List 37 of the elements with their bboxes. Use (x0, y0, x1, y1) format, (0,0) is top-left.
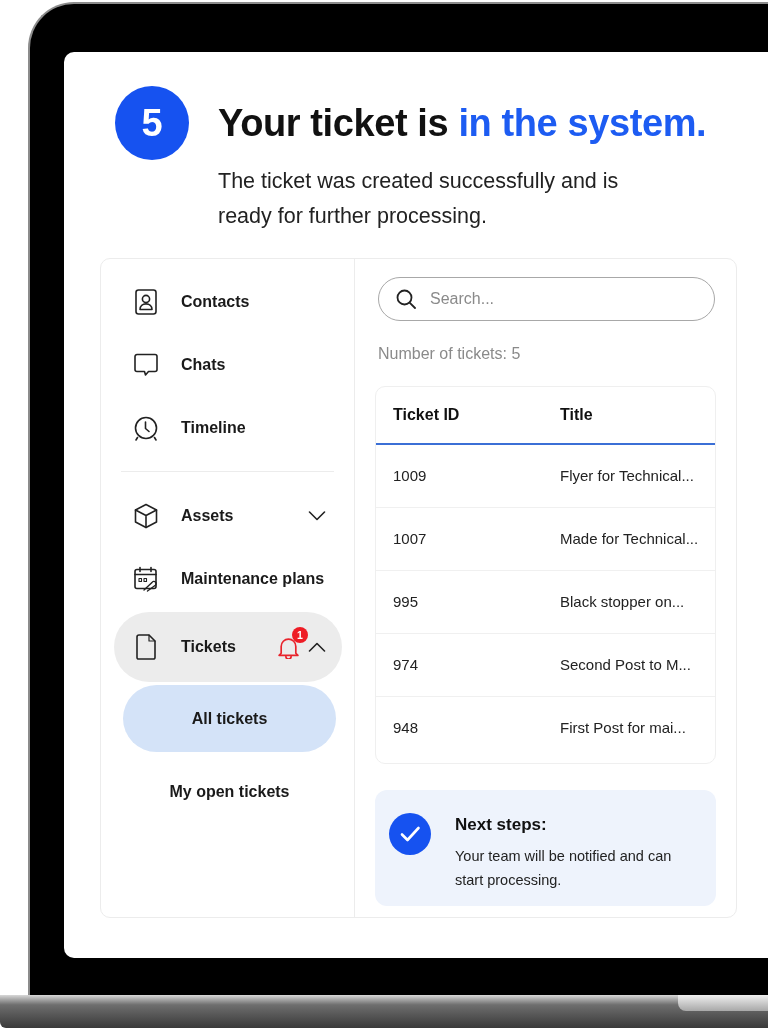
search-icon (396, 289, 416, 309)
table-cell-text: Second Post to M... (560, 654, 691, 675)
sidebar-subitem[interactable]: All tickets (123, 685, 336, 752)
page-heading: Your ticket is in the system. (218, 101, 707, 146)
table-cell-text: Flyer for Technical... (560, 465, 694, 486)
search-field[interactable]: Search... (378, 277, 716, 321)
notification-badge: 1 (292, 626, 308, 643)
contact-icon (135, 288, 157, 315)
table-cell-text: 1007 (393, 528, 427, 549)
calendar-icon (134, 565, 158, 592)
speech-bubble-icon (134, 352, 158, 377)
sidebar-item[interactable]: Assets (114, 484, 342, 547)
table-cell-text: 1009 (393, 465, 427, 486)
table-cell-text: 974 (393, 654, 419, 675)
step-number: 5 (115, 86, 189, 160)
next-steps-text: Your team will be notified and can start processing. (455, 847, 673, 890)
next-steps-title: Next steps: (455, 814, 548, 836)
table-cell-text: 948 (393, 718, 419, 739)
check-icon (389, 813, 431, 855)
cube-icon (134, 502, 158, 529)
document-icon (136, 634, 156, 660)
sidebar-item[interactable]: Timeline (114, 396, 342, 459)
sidebar-item[interactable]: Chats (114, 333, 342, 396)
table-cell-text: Made for Technical... (560, 528, 699, 549)
table-cell-text: Black stopper on... (560, 591, 685, 612)
column-header: Ticket ID (393, 405, 460, 425)
ticket-count: Number of tickets: 5 (378, 344, 522, 364)
column-header: Title (560, 405, 593, 425)
bell-icon (278, 635, 299, 659)
sidebar-item[interactable]: Maintenance plans (114, 547, 342, 610)
sidebar-subitem[interactable]: My open tickets (123, 758, 336, 825)
sidebar-item[interactable]: Tickets 1 (114, 612, 342, 682)
table-cell-text: First Post for mai... (560, 718, 686, 739)
table-cell-text: 995 (393, 591, 419, 612)
clock-icon (134, 414, 158, 441)
subtitle-text: The ticket was created successfully and is ready for further processing. (218, 168, 620, 230)
sidebar-item[interactable]: Contacts (114, 270, 342, 333)
